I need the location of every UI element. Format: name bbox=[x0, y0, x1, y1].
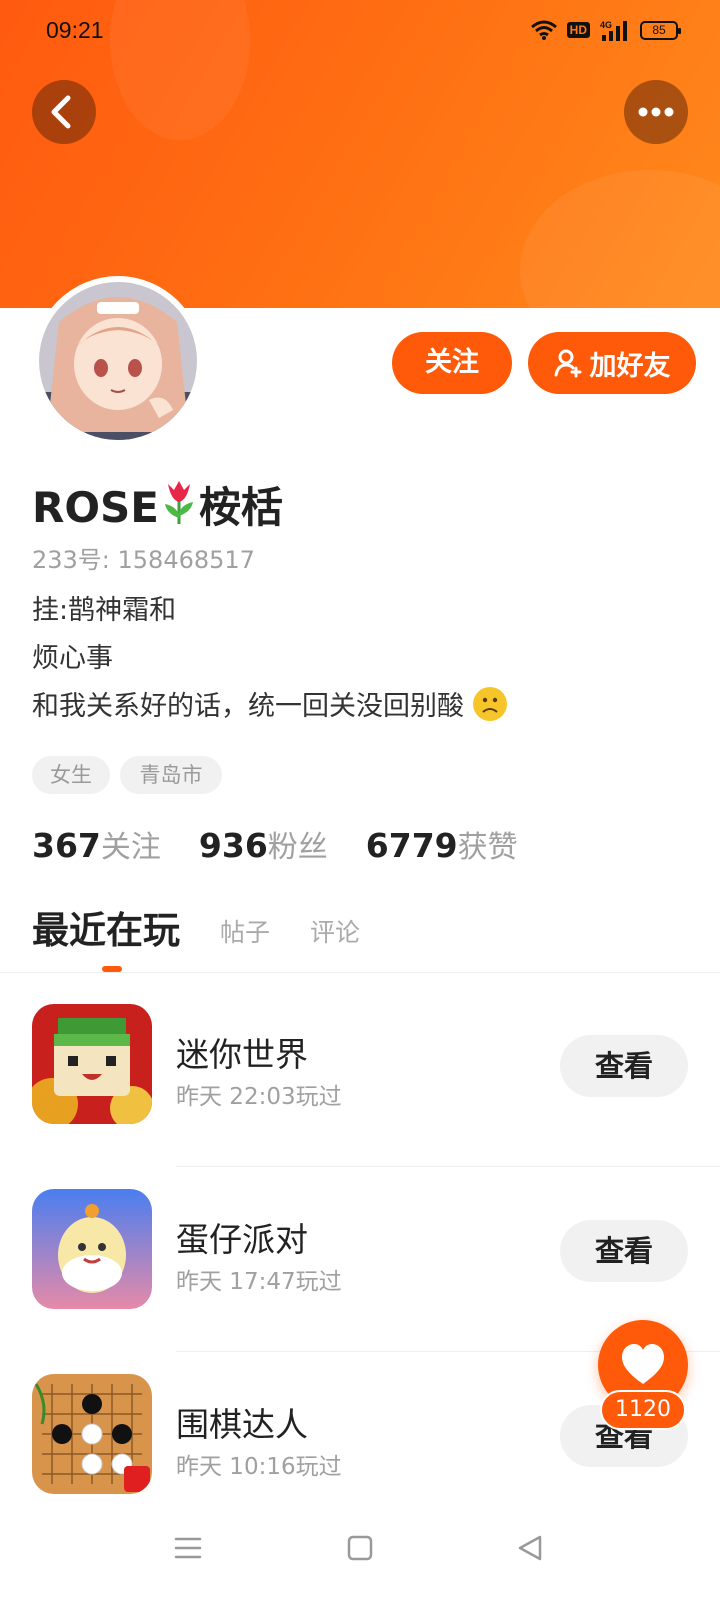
stat-likes[interactable]: 6779获赞 bbox=[366, 822, 518, 866]
location-tag: 青岛市 bbox=[120, 756, 222, 794]
profile-stats: 367关注 936粉丝 6779获赞 bbox=[32, 822, 518, 866]
like-count: 1120 bbox=[600, 1390, 686, 1430]
game-icon-go-master bbox=[32, 1374, 152, 1494]
system-navigation-bar bbox=[0, 1510, 720, 1600]
view-game-button[interactable]: 查看 bbox=[560, 1220, 688, 1282]
add-friend-button[interactable]: 加好友 bbox=[528, 332, 696, 394]
wifi-icon bbox=[530, 20, 557, 40]
divider bbox=[0, 972, 720, 973]
game-last-played: 昨天 17:47玩过 bbox=[176, 1269, 342, 1295]
stat-label: 关注 bbox=[100, 830, 161, 865]
game-list-item[interactable]: 迷你世界 昨天 22:03玩过 查看 bbox=[0, 982, 720, 1167]
game-icon-eggy-party bbox=[32, 1189, 152, 1309]
more-options-button[interactable] bbox=[624, 80, 688, 144]
status-bar: 09:21 HD 4G 85 bbox=[0, 0, 720, 62]
add-friend-label: 加好友 bbox=[589, 350, 671, 382]
profile-tabs: 最近在玩 帖子 评论 bbox=[32, 900, 360, 954]
stat-number: 936 bbox=[198, 826, 268, 865]
bio-line: 挂:鹊神霜和 bbox=[32, 595, 177, 626]
game-last-played: 昨天 22:03玩过 bbox=[176, 1084, 342, 1110]
signal-icon: 4G bbox=[600, 20, 627, 41]
hd-badge: HD bbox=[566, 22, 590, 38]
more-dots-icon bbox=[638, 107, 674, 117]
game-icon-mini-world bbox=[32, 1004, 152, 1124]
chevron-left-icon bbox=[51, 95, 71, 129]
game-name: 迷你世界 bbox=[176, 1035, 308, 1074]
stat-followers[interactable]: 936粉丝 bbox=[199, 822, 328, 866]
status-icons: HD 4G 85 bbox=[530, 19, 681, 41]
tulip-emoji-icon bbox=[164, 481, 193, 524]
follow-button[interactable]: 关注 bbox=[392, 332, 512, 394]
view-game-button[interactable]: 查看 bbox=[560, 1035, 688, 1097]
game-name: 蛋仔派对 bbox=[176, 1220, 308, 1259]
stat-label: 获赞 bbox=[457, 830, 518, 865]
tab-recently-played[interactable]: 最近在玩 bbox=[32, 900, 180, 954]
tab-comments[interactable]: 评论 bbox=[310, 913, 360, 954]
stat-number: 6779 bbox=[365, 826, 458, 865]
bio-line: 烦心事 bbox=[32, 643, 113, 674]
nickname: ROSE 桉栝 bbox=[32, 474, 283, 535]
nickname-text: ROSE bbox=[32, 483, 159, 532]
nickname-suffix: 桉栝 bbox=[198, 483, 283, 532]
banner-decoration bbox=[520, 170, 720, 308]
back-triangle-icon[interactable] bbox=[512, 1530, 548, 1566]
stat-following[interactable]: 367关注 bbox=[32, 822, 161, 866]
frowning-face-icon bbox=[472, 687, 507, 721]
bio-line-3: 和我关系好的话，统一回关没回别酸 bbox=[32, 684, 507, 723]
tab-posts[interactable]: 帖子 bbox=[220, 913, 270, 954]
stat-number: 367 bbox=[32, 826, 101, 865]
game-last-played: 昨天 10:16玩过 bbox=[176, 1454, 342, 1480]
avatar-image bbox=[39, 282, 197, 440]
battery-indicator: 85 bbox=[640, 20, 681, 40]
avatar[interactable] bbox=[33, 276, 203, 446]
stat-label: 粉丝 bbox=[267, 830, 328, 865]
status-time: 09:21 bbox=[46, 17, 104, 43]
svg-text:4G: 4G bbox=[600, 20, 612, 30]
add-user-icon bbox=[554, 349, 581, 378]
menu-icon[interactable] bbox=[170, 1530, 206, 1566]
user-id[interactable]: 233号: 158468517 bbox=[32, 540, 255, 575]
bio-line-text: 和我关系好的话，统一回关没回别酸 bbox=[32, 691, 464, 722]
back-button[interactable] bbox=[32, 80, 96, 144]
gender-tag: 女生 bbox=[32, 756, 110, 794]
home-square-icon[interactable] bbox=[342, 1530, 378, 1566]
game-name: 围棋达人 bbox=[176, 1405, 308, 1444]
